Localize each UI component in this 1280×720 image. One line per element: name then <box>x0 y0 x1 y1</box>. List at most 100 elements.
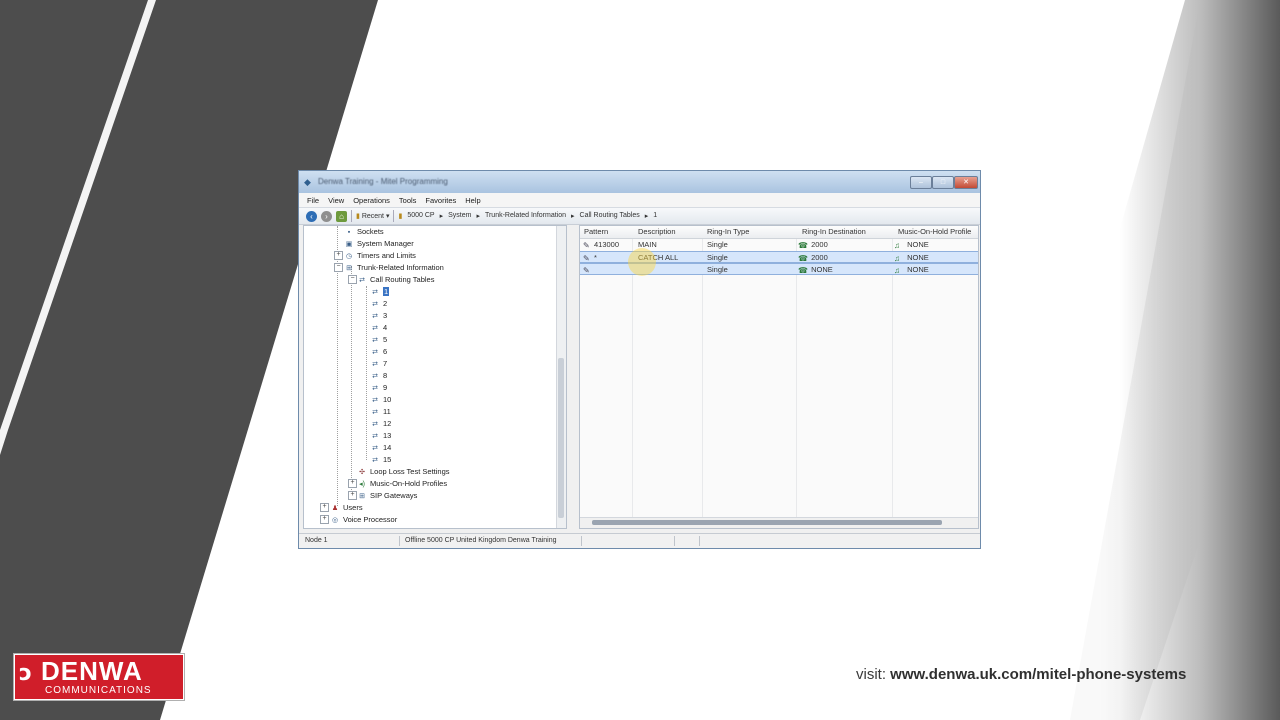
tree-item-table-10[interactable]: ⇄ 10 <box>370 394 391 406</box>
routing-table-icon: ⇄ <box>372 384 378 392</box>
edit-icon: ✎ <box>583 265 590 275</box>
moh-icon: ♫ <box>894 253 900 263</box>
tree-item-label: 6 <box>383 347 388 356</box>
home-icon[interactable]: ⌂ <box>336 210 347 222</box>
expand-icon[interactable]: + <box>320 503 329 512</box>
tree-item-label: Call Routing Tables <box>370 275 435 284</box>
tree-item-table-6[interactable]: ⇄ 6 <box>370 346 387 358</box>
status-node: Node 1 <box>305 537 328 544</box>
grid-scroll-thumb[interactable] <box>592 520 942 525</box>
menu-bar: File View Operations Tools Favorites Hel… <box>299 193 980 207</box>
menu-operations[interactable]: Operations <box>353 196 390 205</box>
tree-item-system-manager[interactable]: ▣ System Manager <box>344 238 414 250</box>
menu-file[interactable]: File <box>307 196 319 205</box>
routing-table-icon: ⇄ <box>372 336 378 344</box>
tree-item-label: Sockets <box>357 227 384 236</box>
grid-horizontal-scrollbar[interactable] <box>580 517 978 528</box>
website-url[interactable]: www.denwa.uk.com/mitel-phone-systems <box>890 666 1186 683</box>
tree-item-moh-profiles[interactable]: ◂) Music-On-Hold Profiles <box>357 478 447 490</box>
menu-view[interactable]: View <box>328 196 344 205</box>
collapse-icon[interactable]: − <box>334 263 343 272</box>
expand-icon[interactable]: + <box>348 479 357 488</box>
tree-item-label: 13 <box>383 431 392 440</box>
visit-prefix: visit: <box>856 666 891 683</box>
tree-item-trunk-info[interactable]: ⊞ Trunk-Related Information <box>344 262 444 274</box>
tree-item-label: 7 <box>383 359 388 368</box>
column-header-pattern[interactable]: Pattern <box>584 226 608 238</box>
breadcrumb-separator-icon: ▸ <box>439 213 444 220</box>
tree-item-label: Timers and Limits <box>357 251 416 260</box>
routing-table-icon: ⇄ <box>372 432 378 440</box>
website-footer: visit: www.denwa.uk.com/mitel-phone-syst… <box>856 666 1186 683</box>
tree-item-table-5[interactable]: ⇄ 5 <box>370 334 387 346</box>
tree-item-table-4[interactable]: ⇄ 4 <box>370 322 387 334</box>
tree-item-table-13[interactable]: ⇄ 13 <box>370 430 391 442</box>
tree-item-sockets[interactable]: ▪ Sockets <box>344 226 384 238</box>
tree-item-table-12[interactable]: ⇄ 12 <box>370 418 391 430</box>
column-header-description[interactable]: Description <box>638 226 676 238</box>
timer-icon: ◷ <box>345 252 353 260</box>
menu-help[interactable]: Help <box>465 196 480 205</box>
routing-table-icon: ⇄ <box>372 444 378 452</box>
routing-table-icon: ⇄ <box>359 276 365 284</box>
column-header-ring-in-destination[interactable]: Ring-In Destination <box>802 226 866 238</box>
column-header-ring-in-type[interactable]: Ring-In Type <box>707 226 749 238</box>
expand-icon[interactable]: + <box>334 251 343 260</box>
tree-item-table-8[interactable]: ⇄ 8 <box>370 370 387 382</box>
expand-icon[interactable]: + <box>348 491 357 500</box>
tree-item-table-15[interactable]: ⇄ 15 <box>370 454 391 466</box>
tree-item-users[interactable]: ♟ Users <box>330 502 363 514</box>
users-icon: ♟ <box>331 504 339 512</box>
extension-icon: ☎ <box>798 253 808 263</box>
column-header-moh-profile[interactable]: Music-On-Hold Profile <box>898 226 971 238</box>
tree-item-timers[interactable]: ◷ Timers and Limits <box>344 250 416 262</box>
menu-tools[interactable]: Tools <box>399 196 417 205</box>
forward-arrow-icon[interactable]: › <box>321 210 332 222</box>
tree-item-label: SIP Gateways <box>370 491 418 500</box>
logo-subtitle: COMMUNICATIONS <box>45 685 152 696</box>
tree-item-call-routing-tables[interactable]: ⇄ Call Routing Tables <box>357 274 434 286</box>
window-title: Denwa Training - Mitel Programming <box>318 177 448 186</box>
tree-scrollbar[interactable] <box>556 226 566 528</box>
tree-item-table-11[interactable]: ⇄ 11 <box>370 406 391 418</box>
maximize-button[interactable]: □ <box>932 176 954 189</box>
title-bar[interactable]: ◆ Denwa Training - Mitel Programming – □… <box>299 171 980 193</box>
tree-item-table-2[interactable]: ⇄ 2 <box>370 298 387 310</box>
routing-table-icon: ⇄ <box>372 456 378 464</box>
navigation-tree: ▪ Sockets ▣ System Manager + ◷ Timers and L… <box>303 225 567 529</box>
routing-table-icon: ⇄ <box>372 300 378 308</box>
edit-icon: ✎ <box>583 240 590 250</box>
toolbar-separator <box>351 210 352 222</box>
tree-item-table-3[interactable]: ⇄ 3 <box>370 310 387 322</box>
back-arrow-icon[interactable]: ‹ <box>306 210 317 222</box>
cell-ring-in-destination: 2000 <box>811 253 828 262</box>
tree-item-loop-loss[interactable]: ✣ Loop Loss Test Settings <box>357 466 449 478</box>
breadcrumb-item[interactable]: Trunk-Related Information <box>485 212 566 220</box>
collapse-icon[interactable]: − <box>348 275 357 284</box>
routing-table-icon: ⇄ <box>372 312 378 320</box>
tree-item-table-9[interactable]: ⇄ 9 <box>370 382 387 394</box>
breadcrumb-item[interactable]: System <box>448 212 471 220</box>
tree-item-label: System Manager <box>357 239 414 248</box>
expand-icon[interactable]: + <box>320 515 329 524</box>
minimize-button[interactable]: – <box>910 176 932 189</box>
tree-item-label: 9 <box>383 383 388 392</box>
routing-table-icon: ⇄ <box>372 360 378 368</box>
tree-item-table-1[interactable]: ⇄ 1 <box>370 286 390 298</box>
breadcrumb-item[interactable]: 5000 CP <box>407 212 434 220</box>
tree-item-table-7[interactable]: ⇄ 7 <box>370 358 387 370</box>
tree-scroll-thumb[interactable] <box>558 358 564 518</box>
breadcrumb-separator-icon: ▸ <box>644 213 649 220</box>
recent-button[interactable]: ▮ Recent ▾ <box>356 212 389 220</box>
routing-table-icon: ⇄ <box>372 396 378 404</box>
tree-item-voice-processor[interactable]: ◎ Voice Processor <box>330 514 397 526</box>
tree-item-table-14[interactable]: ⇄ 14 <box>370 442 391 454</box>
folder-icon: ▮ <box>398 213 403 220</box>
tree-item-label: 2 <box>383 299 388 308</box>
breadcrumb-item[interactable]: 1 <box>653 212 657 220</box>
tree-item-sip-gateways[interactable]: ⊞ SIP Gateways <box>357 490 417 502</box>
logo-name: DENWA <box>41 656 143 686</box>
close-button[interactable]: ✕ <box>954 176 978 189</box>
menu-favorites[interactable]: Favorites <box>425 196 456 205</box>
breadcrumb-item[interactable]: Call Routing Tables <box>580 212 640 220</box>
